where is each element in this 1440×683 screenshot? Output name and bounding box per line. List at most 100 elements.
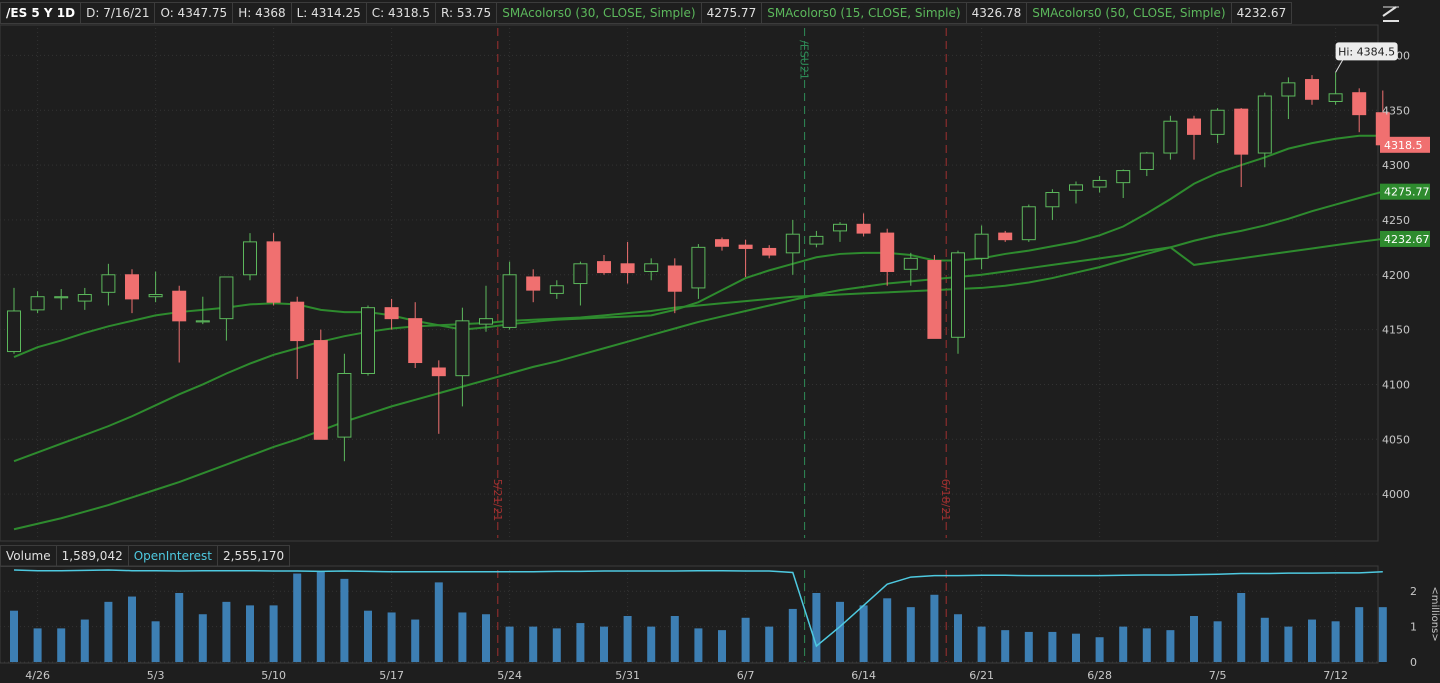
date-tick-label: 7/5 [1209,669,1227,682]
volume-bar [1260,617,1269,662]
price-chart[interactable]: 5/21/21/ESU21 6/18/21 4000 4050 4100 4150 420… [0,0,1440,683]
volume-bar [670,616,679,662]
volume-bar [623,616,632,662]
volume-bar [458,612,467,662]
volume-bar [482,614,490,662]
volume-bar [859,605,868,662]
volume-bar [293,573,302,662]
candle-body [455,320,470,377]
date-tick-label: 5/10 [261,669,286,682]
price-tick-label: 4050 [1382,433,1410,446]
event-label: 6/18/21 [939,479,952,521]
volume-bar [977,626,986,662]
volume-bar [836,601,844,662]
volume-bar [222,601,231,662]
candle [313,329,328,440]
candle-body [1305,79,1319,100]
date-tick-label: 5/31 [615,669,640,682]
candle-body [479,318,493,325]
volume-bar [741,617,750,662]
candle-body [30,296,45,311]
volume-bar [647,626,656,662]
date-tick-label: 5/17 [379,669,404,682]
candle-body [951,252,965,338]
volume-bar [505,626,514,662]
candle-body [549,285,564,294]
candle-body [1021,206,1036,241]
date-tick-label: 6/7 [737,669,755,682]
volume-unit-label: <millions> [1429,586,1440,641]
candle [1021,204,1036,242]
volume-bar [1072,633,1080,662]
volume-bar [387,612,396,662]
candle-body [738,244,753,249]
event-label: /ESU21 [798,40,811,80]
volume-bar [1378,607,1387,662]
candle-body [1328,93,1343,102]
volume-bar [906,607,915,662]
candle-body [243,241,257,276]
candle-body [1352,92,1367,116]
candle-body [1187,118,1201,135]
candle-body [785,233,800,254]
price-tick-label: 4300 [1382,159,1410,172]
candle-body [927,260,942,339]
volume-bar [1024,631,1033,662]
candle-body [101,274,116,293]
date-tick-label: 6/28 [1087,669,1112,682]
candle-body [1092,179,1107,188]
volume-bar [411,619,420,662]
candle-body [502,274,517,328]
volume-bar [10,610,18,662]
candle-body [1069,184,1083,191]
candle-body [809,235,824,245]
volume-bar [930,594,939,662]
candle-body [998,232,1013,241]
volume-bar [1001,630,1010,662]
candle-body [573,263,588,285]
volume-bar [175,593,184,662]
price-tag-label: 4318.5 [1384,139,1423,152]
date-tick-label: 7/12 [1323,669,1348,682]
candle-body [620,263,635,274]
volume-label[interactable]: Volume [0,545,57,567]
candle-body [384,307,399,320]
volume-bar [1048,631,1057,662]
volume-header: Volume 1,589,042 OpenInterest 2,555,170 [0,545,291,567]
price-tick-label: 4000 [1382,488,1410,501]
open-interest-value: 2,555,170 [218,545,291,567]
candle-body [408,318,423,364]
volume-bar [1166,630,1175,662]
volume-bar [1119,626,1128,662]
volume-bar [198,614,207,662]
candle-body [974,233,989,259]
candle-body [172,290,187,322]
volume-bar [1331,621,1340,662]
volume-bar [1308,619,1316,662]
volume-bar [340,578,349,662]
hi-callout-label: Hi: 4384.5 [1338,45,1395,58]
candle-body [7,310,21,353]
date-tick-label: 4/26 [25,669,50,682]
volume-bar [1142,628,1151,662]
open-interest-label[interactable]: OpenInterest [128,545,219,567]
date-tick-label: 5/3 [147,669,165,682]
candle-body [1257,95,1272,154]
volume-bar [1095,637,1104,662]
date-tick-label: 6/21 [969,669,994,682]
volume-bar [364,610,372,662]
candle-body [1116,170,1131,184]
candle-body [313,340,328,440]
candle-body [337,372,352,438]
price-tick-label: 4200 [1382,269,1410,282]
candle-body [1234,108,1249,155]
candle-body [54,296,69,299]
volume-bar [1190,616,1198,662]
candle [361,305,375,376]
candle-body [431,367,446,377]
candle [1163,115,1178,160]
volume-bar [954,614,962,662]
candle-body [715,239,729,247]
price-panel-frame [0,24,1379,542]
candle-body [219,276,234,320]
